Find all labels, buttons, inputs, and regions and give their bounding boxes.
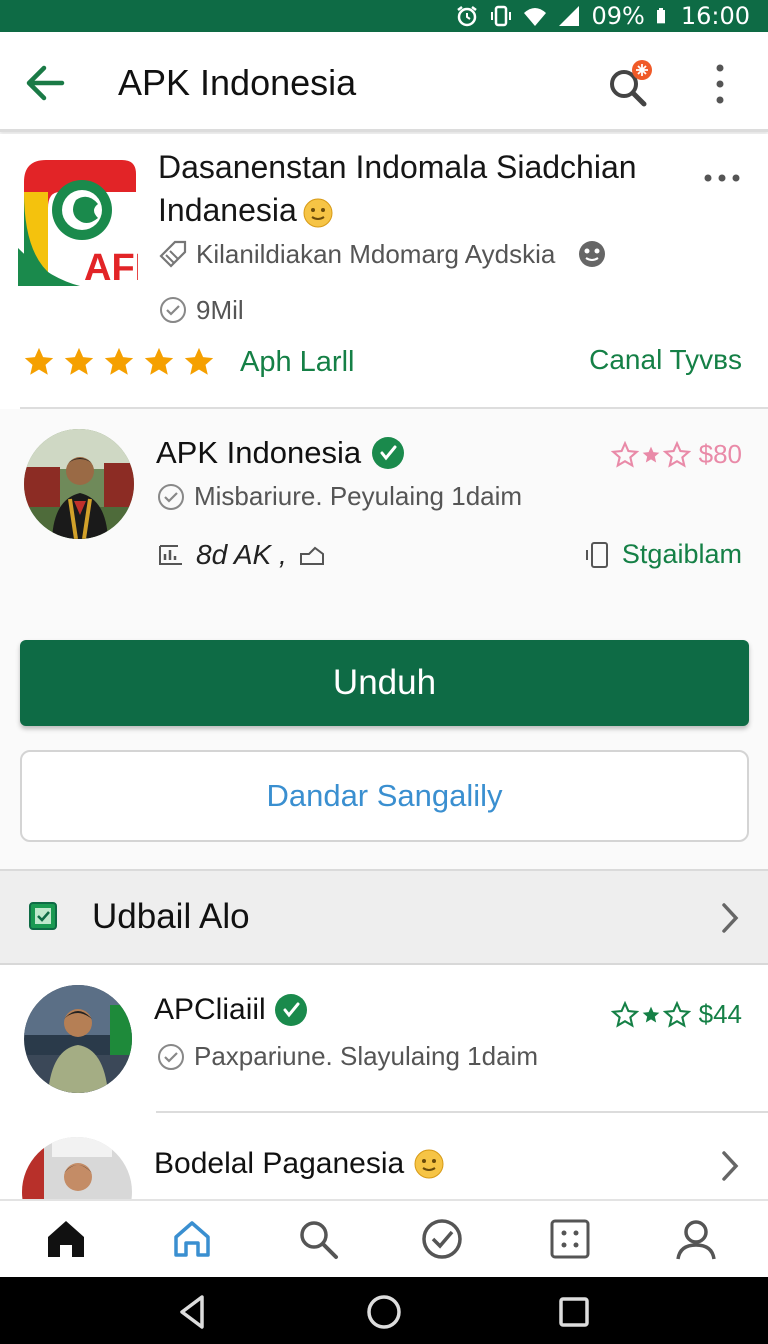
star-icon <box>642 1006 659 1022</box>
app-logo-text: AFP <box>84 247 138 286</box>
status-bar: 09% 16:00 <box>0 0 768 32</box>
star-icon <box>24 347 54 375</box>
secondary-button[interactable]: Dandar Sangalily <box>20 750 749 842</box>
developer-name[interactable]: Kilanildiakan Mdomarg Aydskia <box>196 239 555 270</box>
verified-badge-icon <box>372 437 405 469</box>
page-title: APK Indonesia <box>118 62 357 103</box>
search-icon[interactable] <box>296 1217 340 1261</box>
category-link[interactable]: Canal Tyvвs <box>589 344 742 376</box>
verified-badge-icon <box>274 994 307 1026</box>
list-item-title[interactable]: Bodelal Paganesia <box>154 1147 444 1181</box>
list-item-description-text: Paxpariune. Slayulaing 1daim <box>194 1041 538 1071</box>
chart-icon <box>159 545 182 565</box>
publisher-storage-text: Stgaiblam <box>621 539 742 569</box>
battery-text: 09% <box>591 2 645 30</box>
smile-emoji-icon <box>414 1149 444 1179</box>
divider <box>156 1111 768 1113</box>
star-outline-icon <box>610 1000 639 1028</box>
check-circle-icon <box>158 1043 184 1070</box>
publisher-description: Misbariure. Peyulaing 1daim <box>156 481 522 512</box>
system-back-icon[interactable] <box>174 1293 212 1331</box>
clock: 16:00 <box>680 2 750 30</box>
star-icon <box>104 347 134 375</box>
tag-icon <box>159 240 187 268</box>
star-outline-icon <box>662 440 691 468</box>
more-horizontal-icon[interactable] <box>700 168 746 188</box>
signal-icon <box>559 6 580 26</box>
system-home-icon[interactable] <box>365 1293 403 1331</box>
home-filled-icon[interactable] <box>44 1217 88 1261</box>
phone-storage-icon <box>585 541 608 568</box>
wifi-icon <box>524 8 547 26</box>
publisher-description-text: Misbariure. Peyulaing 1daim <box>194 481 523 511</box>
vibrate-icon <box>491 5 512 27</box>
system-navigation-bar <box>0 1277 768 1344</box>
app-logo[interactable]: AFP <box>18 152 138 286</box>
list-item-avatar[interactable] <box>24 985 132 1093</box>
check-circle-icon[interactable] <box>420 1217 464 1261</box>
app-bar: APK Indonesia <box>0 32 768 132</box>
list-item-title[interactable]: APCliaiil <box>154 993 308 1027</box>
list-item-rating: $44 <box>610 999 742 1030</box>
list-item-rating-text: $44 <box>698 999 742 1029</box>
list-item-title-text: Bodelal Paganesia <box>154 1147 405 1180</box>
section-header[interactable]: Udbail Alo <box>0 869 768 965</box>
publisher-name[interactable]: APK Indonesia <box>156 435 405 471</box>
check-circle-icon <box>158 483 184 510</box>
app-header-card: AFP Dasanenstan Indomala Siadchian Indan… <box>0 134 768 410</box>
publisher-section: APK Indonesia $80 Misbariure. Peyulaing … <box>0 409 768 869</box>
apps-grid-icon[interactable] <box>548 1217 592 1261</box>
app-size: 9Mil <box>196 294 244 325</box>
face-icon <box>579 241 606 267</box>
check-circle-icon <box>160 297 186 323</box>
publisher-avatar[interactable] <box>24 429 134 539</box>
app-name: Dasanenstan Indomala Siadchian Indanesia <box>158 146 678 232</box>
chevron-right-icon[interactable] <box>716 1149 744 1183</box>
rating-label[interactable]: Aph Larll <box>240 346 354 379</box>
back-arrow-icon[interactable] <box>22 60 68 106</box>
home-outline-icon[interactable] <box>170 1217 214 1261</box>
star-outline-icon <box>662 1000 691 1028</box>
chevron-right-icon <box>722 903 739 933</box>
star-outline-icon <box>610 440 639 468</box>
star-icon <box>642 446 659 462</box>
publisher-rating-text: $80 <box>698 439 742 469</box>
checkbox-icon[interactable] <box>28 901 58 931</box>
rating-row: Aph Larll <box>22 342 354 382</box>
alarm-icon <box>457 6 478 27</box>
star-icon <box>184 347 214 375</box>
more-vertical-icon[interactable] <box>706 62 734 106</box>
status-icons: 09% 16:00 <box>455 0 750 32</box>
battery-icon <box>656 8 665 24</box>
publisher-stats-text: 8d AK , <box>196 539 287 570</box>
publisher-name-text: APK Indonesia <box>156 435 362 470</box>
star-icon <box>144 347 174 375</box>
star-icon <box>64 347 94 375</box>
publisher-stats: 8d AK , <box>156 539 327 571</box>
publisher-storage[interactable]: Stgaiblam <box>584 539 742 570</box>
app-name-text: Dasanenstan Indomala Siadchian Indanesia <box>158 149 637 228</box>
size-row: 9Mil <box>158 294 244 326</box>
share-icon[interactable] <box>297 540 327 570</box>
search-notification-icon[interactable] <box>604 58 656 110</box>
profile-icon[interactable] <box>674 1217 718 1261</box>
list-item-description: Paxpariune. Slayulaing 1daim <box>156 1041 538 1072</box>
app-list: APCliaiil $44 Paxpariune. Slayulaing 1da… <box>0 965 768 1199</box>
publisher-rating: $80 <box>610 439 742 470</box>
smile-emoji-icon <box>303 198 333 228</box>
developer-row: Kilanildiakan Mdomarg Aydskia <box>158 238 607 270</box>
section-title: Udbail Alo <box>92 897 250 936</box>
list-item-avatar[interactable] <box>22 1137 132 1199</box>
download-button[interactable]: Unduh <box>20 640 749 726</box>
list-item-title-text: APCliaiil <box>154 993 266 1026</box>
bottom-navigation <box>0 1199 768 1277</box>
system-recents-icon[interactable] <box>555 1293 593 1331</box>
